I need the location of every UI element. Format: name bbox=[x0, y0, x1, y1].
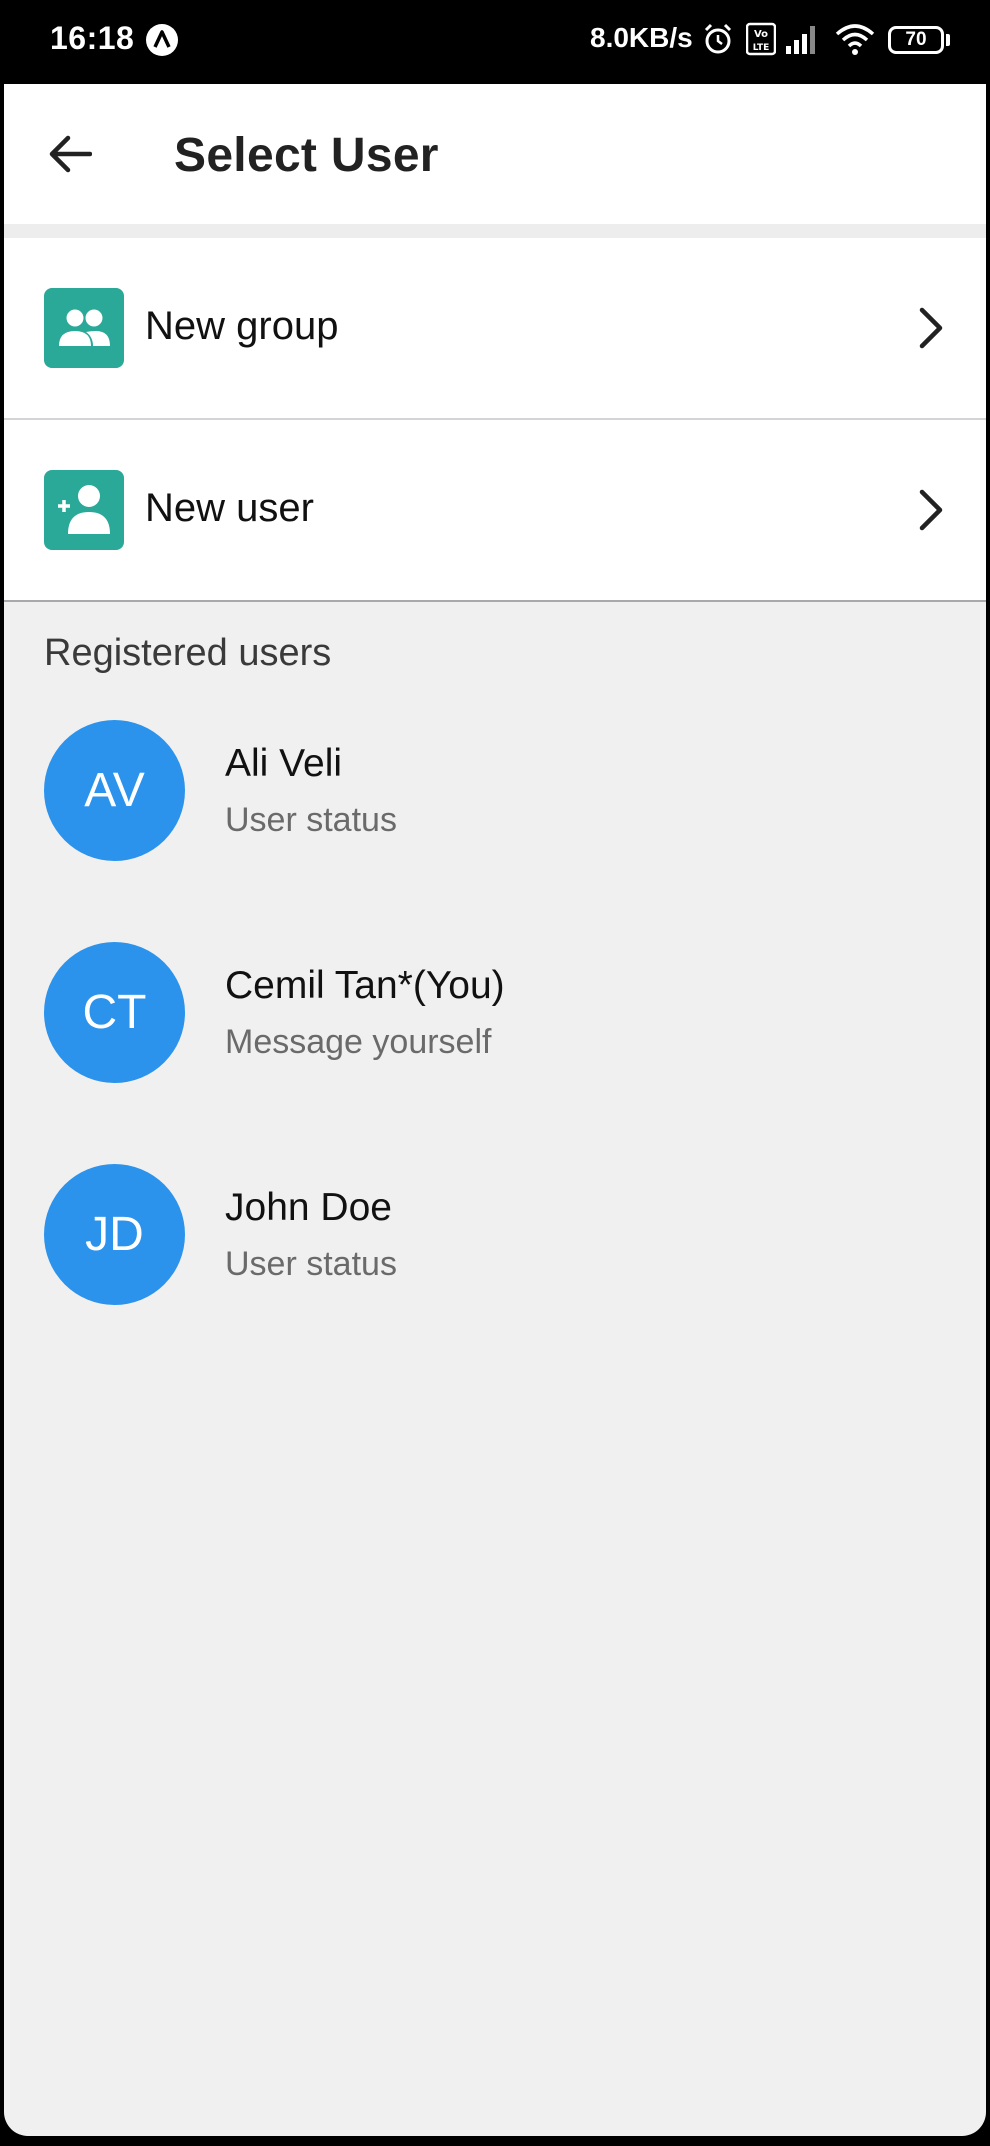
user-row-cemil-tan[interactable]: CT Cemil Tan*(You) Message yourself bbox=[4, 942, 986, 1132]
avatar: JD bbox=[44, 1164, 185, 1305]
back-button[interactable] bbox=[40, 124, 100, 184]
app-bar: Select User bbox=[4, 84, 986, 224]
wifi-icon bbox=[835, 24, 875, 55]
add-user-icon bbox=[58, 485, 110, 534]
user-name: John Doe bbox=[225, 1186, 392, 1229]
battery-indicator: 70 bbox=[888, 26, 944, 54]
screen: Select User New group New user Registere… bbox=[4, 84, 986, 2136]
a-app-icon bbox=[146, 24, 178, 56]
page-title: Select User bbox=[174, 129, 439, 182]
section-divider bbox=[4, 600, 986, 602]
app-bar-separator bbox=[4, 224, 986, 238]
alarm-icon bbox=[704, 23, 732, 54]
user-status: User status bbox=[225, 801, 397, 839]
status-bar: 16:18 8.0KB/s Vo LTE 70 bbox=[0, 0, 990, 84]
avatar: CT bbox=[44, 942, 185, 1083]
user-row-john-doe[interactable]: JD John Doe User status bbox=[4, 1164, 986, 1354]
battery-tip bbox=[946, 34, 950, 46]
new-group-label: New group bbox=[145, 304, 339, 348]
svg-text:Vo: Vo bbox=[754, 29, 768, 40]
group-icon bbox=[59, 309, 110, 346]
volte-icon: Vo LTE bbox=[746, 22, 776, 56]
arrow-left-icon bbox=[49, 135, 92, 173]
user-status: User status bbox=[225, 1245, 397, 1283]
user-status: Message yourself bbox=[225, 1023, 492, 1061]
user-name: Ali Veli bbox=[225, 742, 343, 785]
user-name: Cemil Tan*(You) bbox=[225, 964, 505, 1007]
group-icon-box bbox=[44, 288, 124, 368]
network-speed: 8.0KB/s bbox=[590, 22, 693, 53]
chevron-right-icon bbox=[919, 489, 943, 531]
new-user-label: New user bbox=[145, 486, 314, 530]
chevron-right-icon bbox=[919, 307, 943, 349]
avatar: AV bbox=[44, 720, 185, 861]
add-user-icon-box bbox=[44, 470, 124, 550]
status-time: 16:18 bbox=[50, 20, 135, 56]
new-user-row[interactable]: New user bbox=[4, 420, 986, 600]
user-row-ali-veli[interactable]: AV Ali Veli User status bbox=[4, 720, 986, 910]
svg-text:LTE: LTE bbox=[753, 43, 770, 53]
registered-users-heading: Registered users bbox=[44, 632, 332, 674]
new-group-row[interactable]: New group bbox=[4, 238, 986, 418]
signal-icon bbox=[786, 26, 815, 54]
